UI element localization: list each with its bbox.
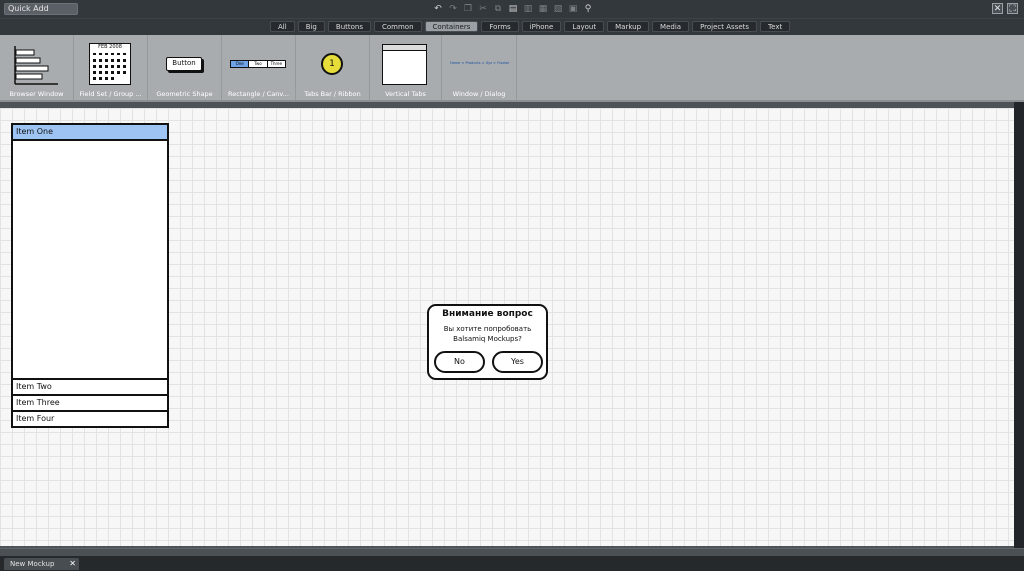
- top-toolbar: Quick Add ↶ ↷ ❐ ✂ ⧉ ▤ ▥ ▦ ▧ ▣ ⚲ ✕ ⛶: [0, 0, 1024, 18]
- tab-media[interactable]: Media: [652, 21, 690, 32]
- component-field-set[interactable]: FEB 2008 Field Set / Group ...: [74, 35, 148, 100]
- redo-icon[interactable]: ↷: [447, 3, 459, 15]
- calendar-grid: [93, 53, 126, 80]
- component-window-dialog[interactable]: Home > Products > Xyz > Flooter Window /…: [442, 35, 517, 100]
- component-browser-window[interactable]: Browser Window: [0, 35, 74, 100]
- paste-icon[interactable]: ▤: [507, 3, 519, 15]
- component-label: Browser Window: [9, 90, 64, 98]
- copy-icon[interactable]: ❐: [462, 3, 474, 15]
- canvas-area: Item One Item Two Item Three Item Four В…: [0, 102, 1024, 548]
- delete-icon[interactable]: ▥: [522, 3, 534, 15]
- component-label: Rectangle / Canv...: [228, 90, 289, 98]
- window-controls: ✕ ⛶: [992, 3, 1018, 14]
- tab-project-assets[interactable]: Project Assets: [692, 21, 758, 32]
- tab-iphone[interactable]: iPhone: [521, 21, 562, 32]
- thumb-tab-three: Three: [270, 61, 283, 66]
- tabs-thumbnail: One Two Three: [230, 60, 286, 68]
- balsamiq-mockups-window: Quick Add ↶ ↷ ❐ ✂ ⧉ ▤ ▥ ▦ ▧ ▣ ⚲ ✕ ⛶ All …: [0, 0, 1024, 571]
- tab-markup[interactable]: Markup: [607, 21, 650, 32]
- accordion-item-three[interactable]: Item Three: [13, 394, 167, 410]
- component-rectangle-canvas[interactable]: One Two Three Rectangle / Canv...: [222, 35, 296, 100]
- dialog-yes-button[interactable]: Yes: [492, 351, 543, 373]
- component-vertical-tabs[interactable]: Vertical Tabs: [370, 35, 442, 100]
- cut-icon[interactable]: ✂: [477, 3, 489, 15]
- edit-toolbar: ↶ ↷ ❐ ✂ ⧉ ▤ ▥ ▦ ▧ ▣ ⚲: [432, 3, 594, 15]
- search-icon[interactable]: ⚲: [582, 3, 594, 15]
- horizontal-scrollbar[interactable]: [0, 548, 1024, 556]
- button-thumbnail: Button: [166, 57, 202, 71]
- thumb-tab-two: Two: [249, 61, 268, 67]
- lock-icon[interactable]: ▣: [567, 3, 579, 15]
- dialog-title: Внимание вопрос: [442, 309, 533, 319]
- component-label: Field Set / Group ...: [79, 90, 142, 98]
- tab-text[interactable]: Text: [760, 21, 791, 32]
- close-tab-icon[interactable]: ✕: [69, 558, 76, 570]
- accordion-widget[interactable]: Item One Item Two Item Three Item Four: [11, 123, 169, 428]
- tab-big[interactable]: Big: [297, 21, 325, 32]
- thumb-tab-one: One: [231, 61, 250, 67]
- undo-icon[interactable]: ↶: [432, 3, 444, 15]
- ungroup-icon[interactable]: ▧: [552, 3, 564, 15]
- dialog-message-line1: Вы хотите попробовать: [443, 325, 532, 333]
- dialog-no-button[interactable]: No: [434, 351, 485, 373]
- component-label: Tabs Bar / Ribbon: [304, 90, 361, 98]
- close-icon[interactable]: ✕: [992, 3, 1003, 14]
- component-geometric-shape[interactable]: Button Geometric Shape: [148, 35, 222, 100]
- category-bar: All Big Buttons Common Containers Forms …: [0, 18, 1024, 35]
- tab-buttons[interactable]: Buttons: [327, 21, 371, 32]
- document-tab-label: New Mockup: [10, 560, 55, 568]
- quick-add-input[interactable]: Quick Add: [4, 3, 78, 15]
- browser-thumb-titlebar: [383, 45, 426, 51]
- group-icon[interactable]: ▦: [537, 3, 549, 15]
- accordion-item-one[interactable]: Item One: [13, 125, 167, 141]
- breadcrumb-thumbnail: Home > Products > Xyz > Flooter: [450, 61, 510, 65]
- dialog-message-line2: Balsamiq Mockups?: [453, 335, 522, 343]
- component-label: Vertical Tabs: [385, 90, 426, 98]
- calendar-thumbnail: FEB 2008: [89, 43, 131, 85]
- tooltip-thumbnail: 1: [321, 53, 343, 75]
- browser-thumbnail: [382, 44, 427, 85]
- fullscreen-icon[interactable]: ⛶: [1007, 3, 1018, 14]
- component-label: Window / Dialog: [452, 90, 506, 98]
- tab-all[interactable]: All: [270, 21, 295, 32]
- duplicate-icon[interactable]: ⧉: [492, 3, 504, 15]
- vertical-scrollbar[interactable]: [1014, 102, 1024, 548]
- alert-dialog[interactable]: Внимание вопрос Вы хотите попробовать Ba…: [427, 304, 548, 380]
- accordion-item-four[interactable]: Item Four: [13, 410, 167, 426]
- mockup-canvas[interactable]: Item One Item Two Item Three Item Four В…: [0, 108, 1014, 546]
- tab-containers[interactable]: Containers: [424, 21, 479, 32]
- dialog-message: Вы хотите попробовать Balsamiq Mockups?: [429, 324, 546, 344]
- component-library: Browser Window FEB 2008 Field Set / Grou…: [0, 35, 1024, 102]
- tab-common[interactable]: Common: [374, 21, 422, 32]
- calendar-title: FEB 2008: [98, 44, 122, 50]
- component-label: Geometric Shape: [156, 90, 213, 98]
- document-tabs-bar: New Mockup ✕: [0, 556, 1024, 571]
- component-tabs-bar-ribbon[interactable]: 1 Tabs Bar / Ribbon: [296, 35, 370, 100]
- document-tab[interactable]: New Mockup ✕: [4, 558, 79, 570]
- accordion-item-two[interactable]: Item Two: [13, 378, 167, 394]
- category-tabs: All Big Buttons Common Containers Forms …: [270, 21, 791, 32]
- tab-layout[interactable]: Layout: [564, 21, 605, 32]
- bar-chart-thumbnail: [14, 46, 58, 85]
- tab-forms[interactable]: Forms: [481, 21, 519, 32]
